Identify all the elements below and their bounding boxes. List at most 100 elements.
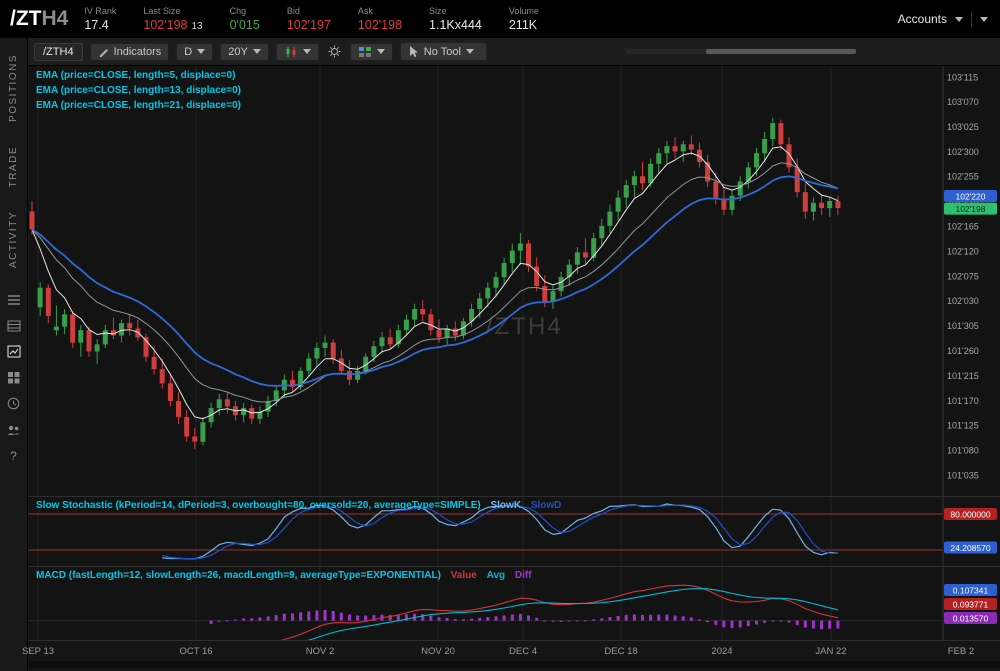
sidebar-tab-positions[interactable]: POSITIONS [8,54,19,122]
time-axis-label: NOV 2 [306,646,335,657]
field-label: Last Size [143,6,180,16]
field-last-size: Last Size 102'198 13 [143,6,202,32]
svg-text:24.208570: 24.208570 [950,543,990,553]
users-icon[interactable] [6,422,22,437]
help-icon[interactable]: ? [6,448,22,463]
symbol-tab[interactable]: /ZTH4 [34,43,83,61]
time-axis-label: OCT 16 [179,646,212,657]
accounts-label: Accounts [898,12,947,26]
chevron-down-icon [377,49,385,54]
svg-text:101'170: 101'170 [947,396,979,406]
svg-text:102'075: 102'075 [947,271,979,281]
symbol-root: /ZT [10,7,42,30]
field-ask: Ask 102'198 [358,6,402,32]
svg-text:102'255: 102'255 [947,172,979,182]
svg-text:102'030: 102'030 [947,296,979,306]
layout-dropdown[interactable] [350,43,393,61]
chart-workspace: /ZTH4 Indicators D 20Y [28,38,1000,671]
chart-type-dropdown[interactable] [276,43,319,61]
timeframe-dropdown[interactable]: D [176,43,213,61]
chart-icon[interactable] [6,344,22,359]
time-axis-label: FEB 2 [948,646,974,657]
accounts-menu[interactable]: Accounts [898,11,988,27]
symbol-contract: H4 [42,7,69,30]
field-chg: Chg 0'015 [230,6,260,32]
field-label: IV Rank [84,6,116,16]
ledger-icon[interactable] [6,318,22,333]
timeframe-value: D [184,46,192,58]
range-value: 20Y [228,46,248,58]
ask-value: 102'198 [358,18,402,32]
field-label: Ask [358,6,373,16]
trading-app: /ZTH4 IV Rank 17.4 Last Size 102'198 13 C… [0,0,1000,671]
svg-text:101'035: 101'035 [947,471,979,481]
indicators-label: Indicators [114,46,162,58]
chart-toolbar: /ZTH4 Indicators D 20Y [28,38,1000,66]
layout-grid-icon [358,46,372,58]
field-value: 17.4 [84,18,108,32]
svg-text:101'305: 101'305 [947,321,979,331]
chevron-down-icon[interactable] [980,17,988,22]
sidebar-tab-activity[interactable]: ACTIVITY [8,211,19,268]
bid-value: 102'197 [287,18,331,32]
volume-value: 211K [509,18,537,32]
range-dropdown[interactable]: 20Y [220,43,269,61]
gear-icon[interactable] [326,45,343,58]
divider [971,11,972,27]
last-price: 102'198 [143,18,187,32]
field-volume: Volume 211K [509,6,539,32]
macd-panel[interactable]: 0.20.1073410.0937710.013570 MACD (fastLe… [28,566,1000,640]
svg-text:0.013570: 0.013570 [953,614,989,624]
svg-text:101'260: 101'260 [947,346,979,356]
grid-icon[interactable] [6,370,22,385]
field-label: Volume [509,6,539,16]
cursor-icon [408,45,419,58]
list-icon[interactable] [6,292,22,307]
pencil-icon [98,46,109,57]
svg-text:80.000000: 80.000000 [950,510,990,520]
svg-text:103'070: 103'070 [947,97,979,107]
svg-text:102'165: 102'165 [947,221,979,231]
time-axis-label: SEP 13 [22,646,54,657]
time-axis[interactable]: SEP 13OCT 16NOV 2NOV 20DEC 4DEC 182024JA… [28,640,1000,661]
field-size: Size 1.1Kx444 [429,6,482,32]
svg-text:101'080: 101'080 [947,446,979,456]
size-value: 1.1Kx444 [429,18,482,32]
stochastic-chart[interactable]: 80.000000 24.208570 [28,497,1000,566]
time-axis-label: 2024 [711,646,732,657]
candlestick-chart[interactable]: /ZTH4 103'115 103'070 103'025 102'300 102'255… [28,66,1000,496]
field-label: Bid [287,6,300,16]
macd-chart[interactable]: 0.20.1073410.0937710.013570 [28,567,1000,640]
clock-icon[interactable] [6,396,22,411]
chevron-down-icon [955,17,963,22]
stochastic-panel[interactable]: 80.00000024.208570 Slow Stochastic (kPer… [28,496,1000,566]
time-axis-label: JAN 22 [815,646,846,657]
svg-text:103'025: 103'025 [947,122,979,132]
svg-text:102'120: 102'120 [947,246,979,256]
svg-text:103'115: 103'115 [947,72,978,82]
svg-text:102'300: 102'300 [947,147,979,157]
left-sidebar: POSITIONS TRADE ACTIVITY ? [0,38,28,671]
field-bid: Bid 102'197 [287,6,331,32]
chevron-down-icon [253,49,261,54]
sidebar-tab-trade[interactable]: TRADE [8,146,19,187]
last-size: 13 [191,21,202,32]
change-value: 0'015 [230,18,260,32]
chart-scrollbar-thumb[interactable] [706,49,856,54]
chart-scrollbar[interactable] [626,49,856,54]
svg-text:0.107341: 0.107341 [953,586,989,596]
svg-text:102'220: 102'220 [956,192,986,202]
bottom-strip [28,661,1000,668]
svg-text:/ZTH4: /ZTH4 [486,313,563,340]
svg-text:101'125: 101'125 [947,421,979,431]
chevron-down-icon [466,49,474,54]
price-chart-panel[interactable]: /ZTH4 103'115 103'070 103'025 102'300 102'255… [28,66,1000,496]
quote-header: /ZTH4 IV Rank 17.4 Last Size 102'198 13 C… [0,0,1000,38]
tool-value: No Tool [424,46,461,58]
drawing-tool-dropdown[interactable]: No Tool [400,42,487,61]
svg-text:102'198: 102'198 [956,204,986,214]
time-axis-label: NOV 20 [421,646,455,657]
time-axis-label: DEC 4 [509,646,537,657]
symbol-title: /ZTH4 [10,7,68,31]
indicators-button[interactable]: Indicators [90,43,170,61]
